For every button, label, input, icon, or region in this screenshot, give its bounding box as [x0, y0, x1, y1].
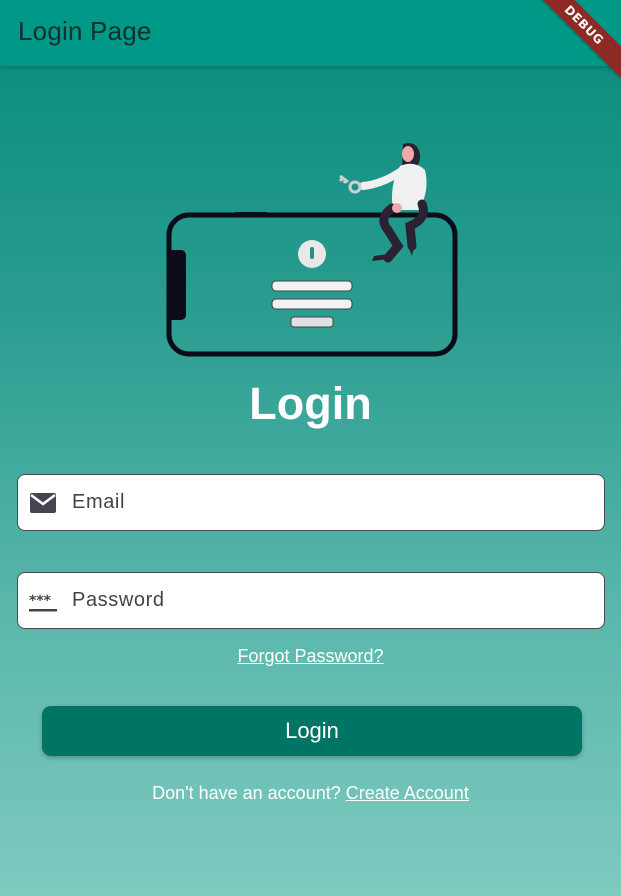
mail-icon — [30, 493, 56, 513]
password-icon: *** — [29, 593, 57, 612]
login-heading: Login — [249, 378, 372, 429]
app-bar: Login Page — [0, 0, 621, 66]
login-button[interactable]: Login — [42, 706, 582, 756]
signup-prompt: Don't have an account? — [152, 783, 341, 803]
create-account-link[interactable]: Create Account — [346, 783, 469, 803]
password-input[interactable] — [72, 573, 592, 628]
app-bar-title: Login Page — [18, 16, 152, 46]
login-illustration — [166, 143, 458, 357]
email-field[interactable] — [17, 474, 605, 531]
signup-row: Don't have an account? Create Account — [0, 783, 621, 804]
svg-text:***: *** — [29, 593, 52, 609]
forgot-password-link[interactable]: Forgot Password? — [0, 646, 621, 667]
password-field[interactable]: *** — [17, 572, 605, 629]
email-input[interactable] — [72, 475, 592, 530]
